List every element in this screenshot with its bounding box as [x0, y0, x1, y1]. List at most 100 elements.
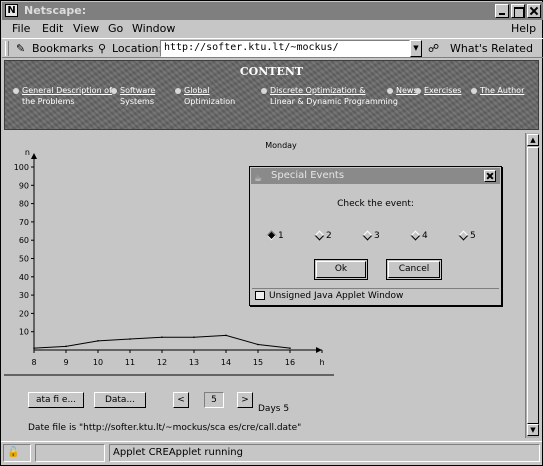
radio-selected-icon[interactable]: [266, 230, 277, 241]
nav-link-software-systems[interactable]: Software Systems: [111, 85, 155, 107]
location-input[interactable]: http://softer.ktu.lt/~mockus/: [160, 40, 410, 57]
x-tick-label: 9: [63, 358, 68, 367]
title-bar[interactable]: N Netscape:: [2, 2, 543, 20]
bullet-icon: [415, 87, 421, 94]
day-field[interactable]: 5: [204, 392, 224, 408]
window-title: Netscape:: [24, 4, 87, 17]
scroll-down-arrow-icon[interactable]: ▼: [527, 424, 539, 436]
maximize-button[interactable]: [511, 4, 525, 18]
x-axis-arrow: [316, 347, 322, 353]
security-icon[interactable]: 🔓: [3, 444, 31, 462]
bookmarks-button[interactable]: Bookmarks: [32, 42, 93, 55]
data-file-button[interactable]: ata fi e...: [28, 392, 84, 408]
dialog-close-button[interactable]: [484, 170, 496, 182]
event-option-1[interactable]: 1: [266, 230, 284, 241]
data-point: [97, 340, 99, 342]
menu-bar: File Edit View Go Window Help: [2, 20, 543, 38]
nav-link-exercises[interactable]: Exercises: [415, 85, 461, 96]
bullet-icon: [111, 87, 117, 94]
nav-link-general-description[interactable]: General Description of the Problems: [13, 85, 112, 107]
cancel-button[interactable]: Cancel: [386, 259, 442, 280]
y-tick-label: 80: [19, 200, 29, 209]
menu-go[interactable]: Go: [108, 22, 123, 35]
y-tick-label: 10: [19, 328, 29, 337]
scroll-up-arrow-icon[interactable]: ▲: [527, 134, 539, 146]
y-tick-label: 100: [14, 163, 29, 172]
location-icon: ⚲: [98, 42, 107, 55]
event-option-3[interactable]: 3: [362, 230, 380, 241]
y-tick-label: 60: [19, 236, 29, 245]
data-button[interactable]: Data...: [94, 392, 146, 408]
data-point: [225, 334, 227, 337]
nav-link-discrete-optimization[interactable]: Discrete Optimization & Linear & Dynamic…: [261, 85, 398, 107]
days-label: Days 5: [258, 404, 290, 414]
x-tick-label: 10: [93, 358, 103, 367]
bullet-icon: [471, 87, 477, 94]
ok-button[interactable]: Ok: [314, 259, 368, 280]
event-option-2[interactable]: 2: [314, 230, 332, 241]
menu-window[interactable]: Window: [132, 22, 175, 35]
x-tick-label: 16: [285, 358, 295, 367]
nav-link-global-optimization[interactable]: Global Optimization: [175, 85, 235, 107]
data-point: [193, 336, 195, 338]
minimize-button[interactable]: [495, 4, 509, 18]
nav-link-news[interactable]: News: [387, 85, 418, 96]
location-toolbar: ✎ Bookmarks ⚲ Location: http://softer.kt…: [2, 38, 543, 58]
unsigned-applet-warning: Unsigned Java Applet Window: [252, 288, 499, 304]
bullet-icon: [387, 87, 393, 94]
event-option-4[interactable]: 4: [410, 230, 428, 241]
special-events-dialog: ☕ Special Events Check the event: 1 2 3 …: [249, 166, 502, 306]
data-point: [65, 345, 67, 348]
bookmarks-icon[interactable]: ✎: [16, 42, 25, 55]
menu-help[interactable]: Help: [511, 22, 536, 35]
close-button[interactable]: [527, 4, 541, 18]
data-point: [129, 338, 131, 340]
status-text: Applet CREApplet running: [109, 444, 540, 462]
status-bar: 🔓 Applet CREApplet running: [1, 441, 542, 464]
whats-related-icon[interactable]: ☍: [428, 42, 439, 55]
netscape-n-icon: N: [5, 4, 18, 17]
x-tick-label: 15: [253, 358, 263, 367]
java-cup-icon: ☕: [254, 174, 263, 184]
chevron-down-icon[interactable]: ▼: [410, 40, 422, 57]
banner-title: CONTENT: [239, 65, 304, 78]
radio-icon[interactable]: [362, 230, 373, 241]
y-tick-label: 50: [19, 255, 29, 264]
y-axis-arrow: [31, 153, 37, 159]
dialog-title: Special Events: [271, 170, 345, 181]
data-point: [161, 336, 163, 338]
x-tick-label: 14: [221, 358, 231, 367]
menu-edit[interactable]: Edit: [42, 22, 63, 35]
x-tick-label: 12: [157, 358, 167, 367]
x-tick-label: 11: [125, 358, 135, 367]
data-file-path: Date file is "http://softer.ktu.lt/~mock…: [28, 423, 302, 433]
radio-icon[interactable]: [410, 230, 421, 241]
x-tick-label: 13: [189, 358, 199, 367]
scroll-thumb[interactable]: [527, 147, 539, 424]
unlocked-key-icon: [255, 291, 265, 300]
prev-day-button[interactable]: <: [173, 392, 189, 408]
dialog-title-bar[interactable]: ☕ Special Events: [251, 168, 500, 184]
bullet-icon: [13, 87, 19, 94]
dialog-prompt: Check the event:: [337, 199, 414, 209]
whats-related-button[interactable]: What's Related: [450, 42, 533, 55]
menu-file[interactable]: File: [12, 22, 30, 35]
y-tick-label: 90: [19, 181, 29, 190]
vertical-scrollbar[interactable]: ▲ ▼: [525, 133, 539, 438]
bullet-icon: [175, 87, 181, 94]
location-label: Location:: [112, 42, 163, 55]
y-tick-label: 70: [19, 218, 29, 227]
menu-view[interactable]: View: [73, 22, 99, 35]
data-point: [33, 347, 35, 349]
x-tick-label: 8: [31, 358, 36, 367]
y-axis-label: n: [25, 148, 30, 157]
radio-icon[interactable]: [458, 230, 469, 241]
radio-icon[interactable]: [314, 230, 325, 241]
toolbar-grip[interactable]: [5, 41, 9, 56]
next-day-button[interactable]: >: [237, 392, 253, 408]
y-tick-label: 20: [19, 309, 29, 318]
progress-area: [35, 444, 105, 462]
chart-title: Monday: [265, 141, 297, 150]
nav-link-the-author[interactable]: The Author: [471, 85, 524, 96]
event-option-5[interactable]: 5: [458, 230, 476, 241]
